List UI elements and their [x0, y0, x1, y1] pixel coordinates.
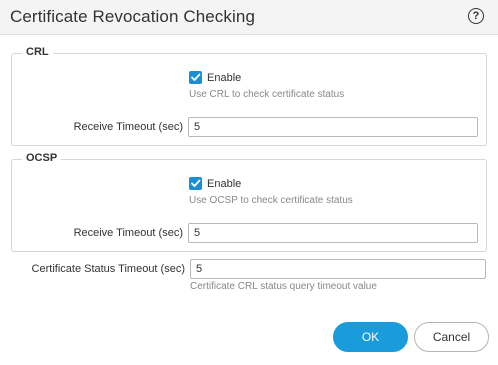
- crl-enable-checkbox[interactable]: [189, 71, 202, 84]
- ok-button[interactable]: OK: [333, 322, 408, 352]
- crl-hint: Use CRL to check certificate status: [189, 89, 345, 100]
- help-icon[interactable]: ?: [468, 8, 484, 24]
- ocsp-enable-label[interactable]: Enable: [207, 178, 241, 190]
- crl-timeout-label: Receive Timeout (sec): [73, 121, 183, 133]
- cancel-button[interactable]: Cancel: [414, 322, 489, 352]
- crl-legend: CRL: [22, 46, 53, 58]
- dialog-titlebar: Certificate Revocation Checking ?: [0, 0, 498, 35]
- status-timeout-hint: Certificate CRL status query timeout val…: [190, 281, 377, 292]
- ocsp-timeout-label: Receive Timeout (sec): [73, 227, 183, 239]
- ocsp-timeout-input[interactable]: [188, 223, 478, 243]
- crl-timeout-input[interactable]: [188, 117, 478, 137]
- status-timeout-label: Certificate Status Timeout (sec): [31, 263, 185, 275]
- ocsp-hint: Use OCSP to check certificate status: [189, 195, 353, 206]
- status-timeout-input[interactable]: [190, 259, 486, 279]
- ocsp-legend: OCSP: [22, 152, 62, 164]
- dialog-title: Certificate Revocation Checking: [10, 7, 255, 26]
- checkmark-icon: [191, 73, 201, 81]
- crl-enable-label[interactable]: Enable: [207, 72, 241, 84]
- ocsp-enable-checkbox[interactable]: [189, 177, 202, 190]
- checkmark-icon: [191, 179, 201, 187]
